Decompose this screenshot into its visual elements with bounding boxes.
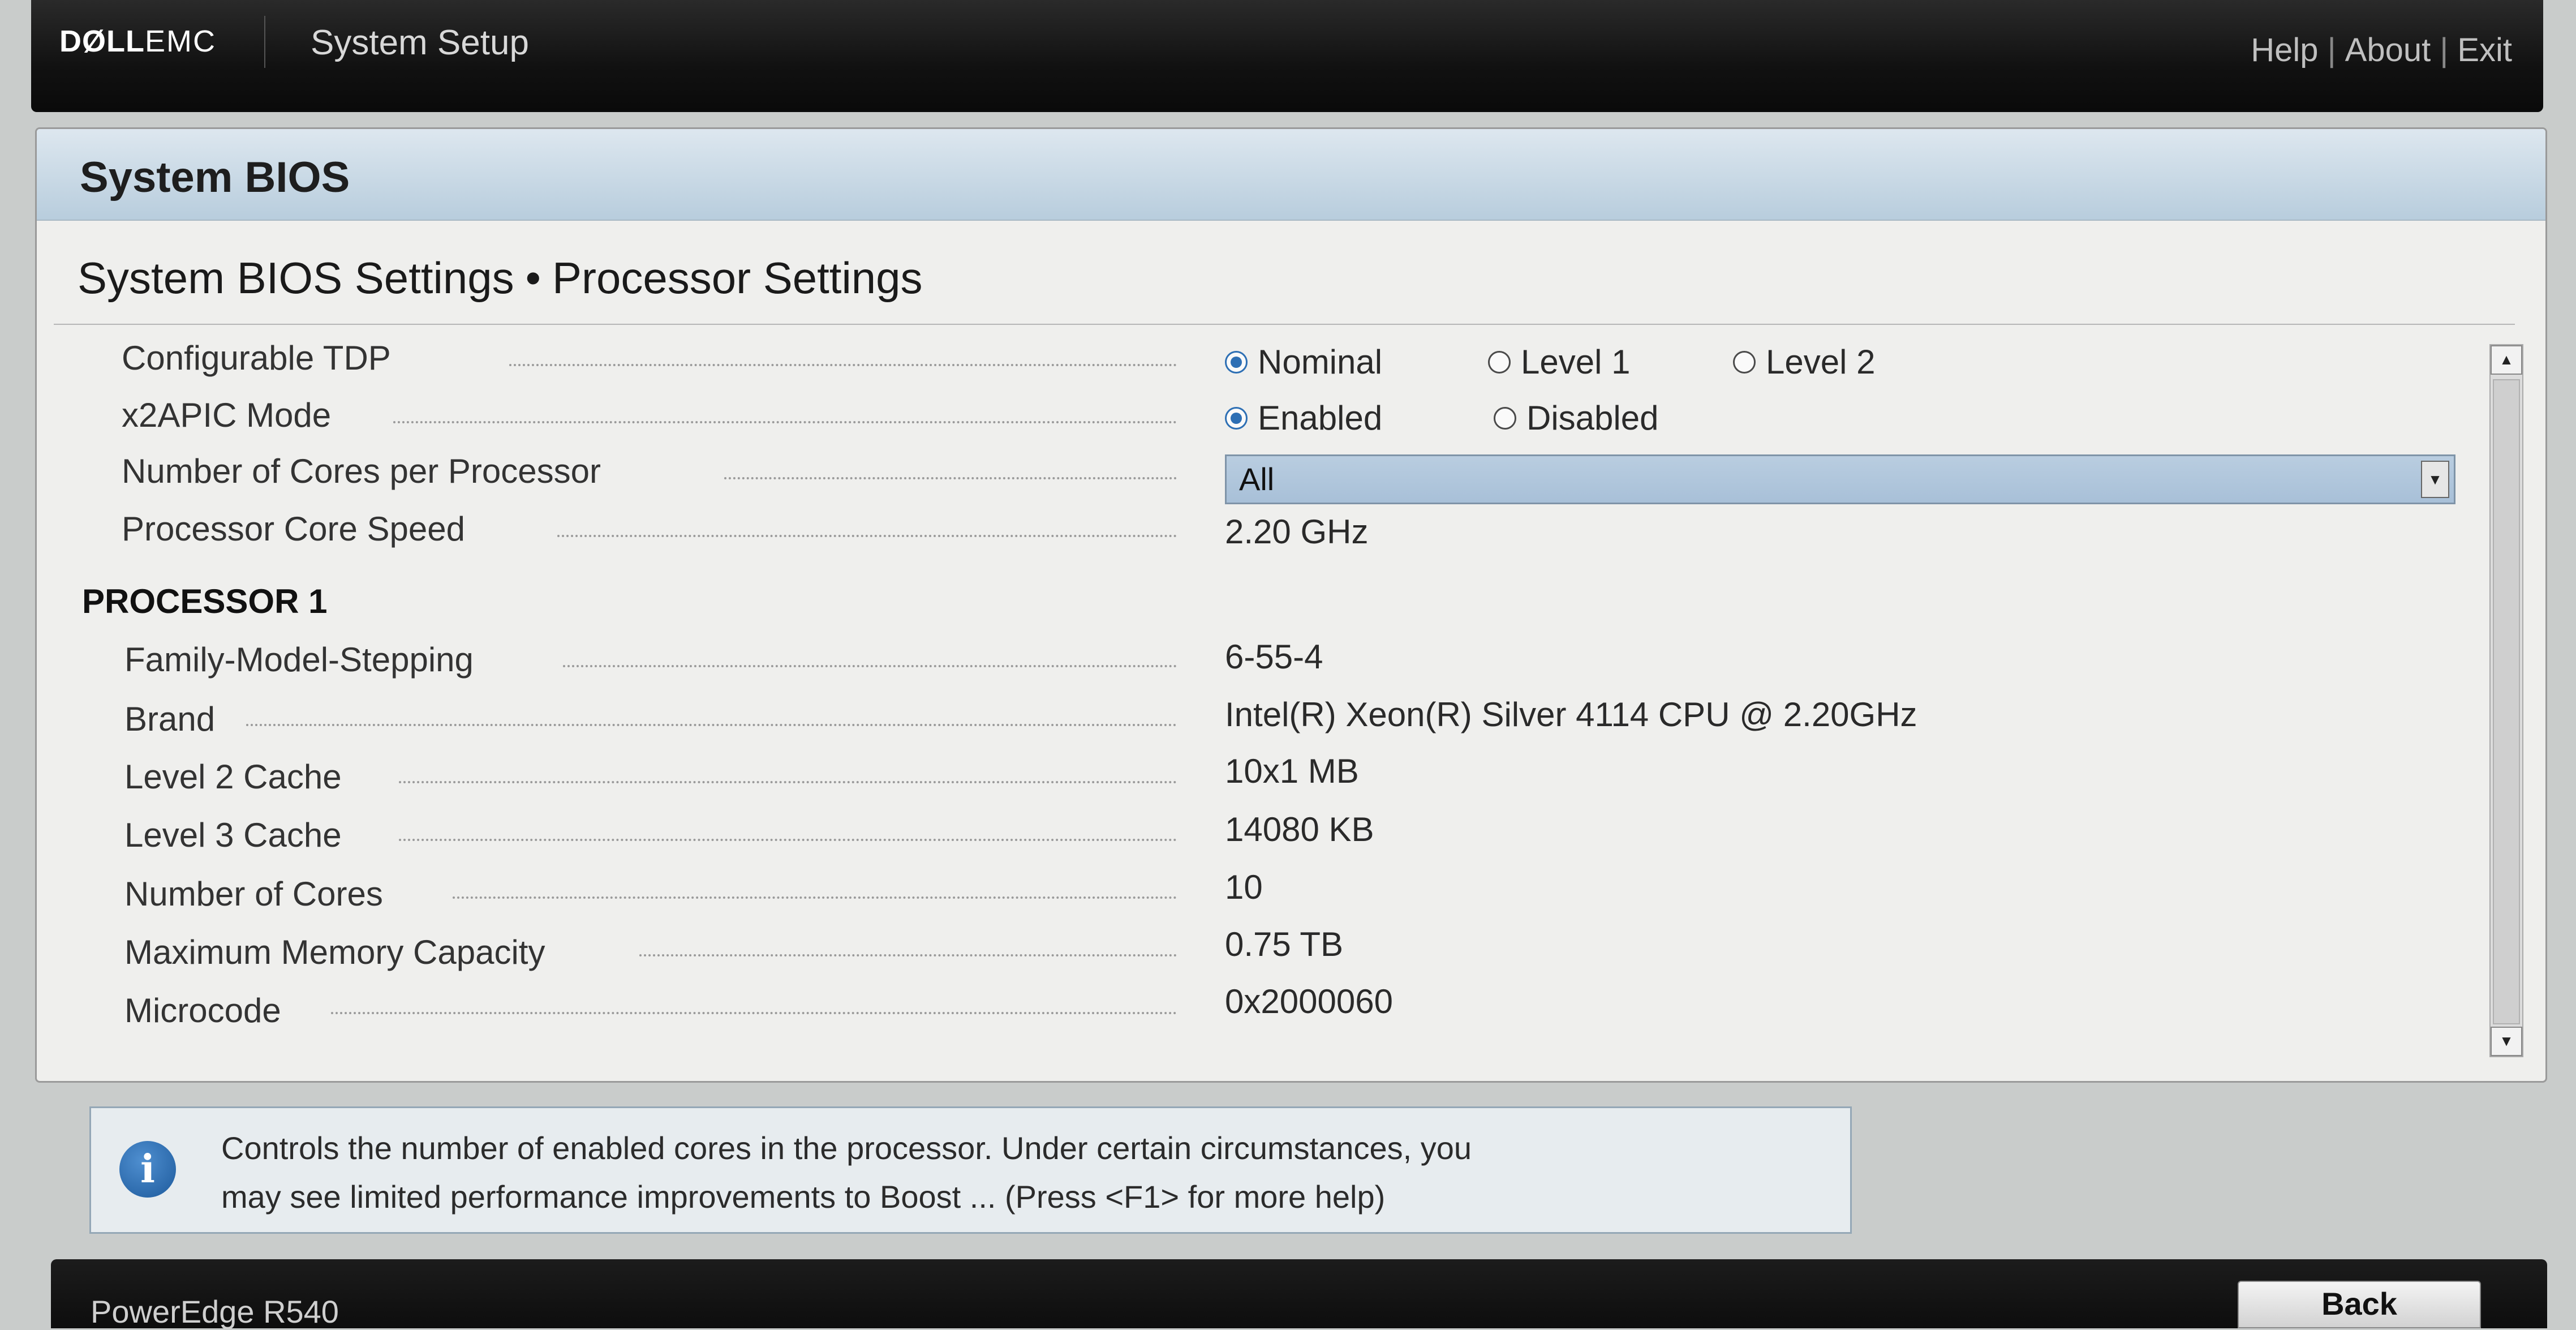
max-memory-capacity-label: Maximum Memory Capacity <box>124 933 545 971</box>
option-label: Level 1 <box>1521 343 1631 381</box>
x2apic-option-enabled[interactable]: Enabled <box>1225 398 1382 437</box>
leader-dots <box>509 364 1177 366</box>
level3-cache-value: 14080 KB <box>1225 810 1374 848</box>
option-label: Disabled <box>1526 399 1659 437</box>
dell-emc-logo: DØLLEMC <box>59 24 216 59</box>
radio-selected-icon <box>1225 407 1248 430</box>
family-model-stepping-label: Family-Model-Stepping <box>124 641 474 679</box>
leader-dots <box>724 477 1177 479</box>
leader-dots <box>453 896 1177 899</box>
leader-dots <box>399 839 1177 841</box>
breadcrumb-rule <box>54 324 2515 325</box>
dropdown-arrow-icon[interactable]: ▼ <box>2421 461 2449 498</box>
panel-header: System BIOS <box>37 129 2545 221</box>
core-speed-label: Processor Core Speed <box>122 510 465 548</box>
help-text-line2: may see limited performance improvements… <box>221 1179 1386 1215</box>
option-label: Level 2 <box>1766 343 1876 381</box>
radio-icon <box>1488 351 1511 374</box>
option-label: Enabled <box>1258 399 1383 437</box>
breadcrumb-parent: System BIOS Settings <box>78 253 514 303</box>
x2apic-mode-label: x2APIC Mode <box>122 396 332 434</box>
app-title: System Setup <box>311 23 529 62</box>
help-text-line1: Controls the number of enabled cores in … <box>221 1130 1472 1166</box>
tdp-option-nominal[interactable]: Nominal <box>1225 342 1382 381</box>
brand-label: Brand <box>124 700 216 738</box>
tdp-option-level1[interactable]: Level 1 <box>1488 342 1630 381</box>
cores-per-processor-label: Number of Cores per Processor <box>122 452 601 490</box>
system-model: PowerEdge R540 <box>91 1294 339 1329</box>
scrollbar-thumb[interactable] <box>2493 379 2520 1024</box>
cores-per-processor-select[interactable]: All ▼ <box>1225 454 2455 504</box>
exit-link[interactable]: Exit <box>2457 32 2512 68</box>
help-info-box: i Controls the number of enabled cores i… <box>89 1106 1852 1234</box>
breadcrumb-current: Processor Settings <box>552 253 923 303</box>
logo-dell-text: DØLL <box>59 24 145 58</box>
scroll-up-arrow-icon[interactable]: ▲ <box>2491 345 2522 375</box>
header-divider <box>264 16 265 68</box>
configurable-tdp-label: Configurable TDP <box>122 339 391 377</box>
settings-panel: System BIOS System BIOS Settings • Process… <box>35 127 2547 1083</box>
level2-cache-label: Level 2 Cache <box>124 758 342 796</box>
leader-dots <box>563 665 1177 667</box>
back-button[interactable]: Back <box>2238 1281 2481 1328</box>
page-title: System BIOS <box>80 153 350 201</box>
leader-dots <box>331 1012 1177 1014</box>
max-memory-capacity-value: 0.75 TB <box>1225 925 1344 963</box>
about-link[interactable]: About <box>2345 32 2431 68</box>
radio-icon <box>1494 407 1516 430</box>
level2-cache-value: 10x1 MB <box>1225 752 1359 790</box>
vertical-scrollbar[interactable]: ▲ ▼ <box>2489 344 2523 1057</box>
microcode-label: Microcode <box>124 992 281 1029</box>
select-value: All <box>1239 461 1275 497</box>
radio-icon <box>1733 351 1756 374</box>
leader-dots <box>399 781 1177 783</box>
tdp-option-level2[interactable]: Level 2 <box>1733 342 1875 381</box>
core-speed-value: 2.20 GHz <box>1225 513 1369 551</box>
processor-1-heading: PROCESSOR 1 <box>82 582 328 620</box>
radio-selected-icon <box>1225 351 1248 374</box>
leader-dots <box>639 954 1177 956</box>
top-bar: DØLLEMC System Setup Help | About | Exit <box>31 0 2543 112</box>
link-separator: | <box>2327 32 2336 68</box>
info-icon: i <box>119 1141 176 1198</box>
header-links: Help | About | Exit <box>2034 31 2543 69</box>
link-separator: | <box>2440 32 2449 68</box>
scroll-down-arrow-icon[interactable]: ▼ <box>2491 1027 2522 1056</box>
logo-emc-text: EMC <box>144 24 216 58</box>
help-link[interactable]: Help <box>2251 32 2318 68</box>
option-label: Nominal <box>1258 343 1383 381</box>
microcode-value: 0x2000060 <box>1225 983 1393 1020</box>
leader-dots <box>393 421 1177 423</box>
brand-value: Intel(R) Xeon(R) Silver 4114 CPU @ 2.20G… <box>1225 696 1917 733</box>
family-model-stepping-value: 6-55-4 <box>1225 638 1323 676</box>
level3-cache-label: Level 3 Cache <box>124 816 342 854</box>
help-text: Controls the number of enabled cores in … <box>221 1124 1839 1221</box>
x2apic-option-disabled[interactable]: Disabled <box>1494 398 1658 437</box>
leader-dots <box>246 724 1177 726</box>
leader-dots <box>557 535 1177 537</box>
bottom-bar: PowerEdge R540 Back <box>51 1259 2547 1329</box>
breadcrumb-separator: • <box>525 253 541 303</box>
number-of-cores-label: Number of Cores <box>124 875 383 913</box>
breadcrumb: System BIOS Settings • Processor Settings <box>78 252 923 304</box>
number-of-cores-value: 10 <box>1225 868 1263 906</box>
